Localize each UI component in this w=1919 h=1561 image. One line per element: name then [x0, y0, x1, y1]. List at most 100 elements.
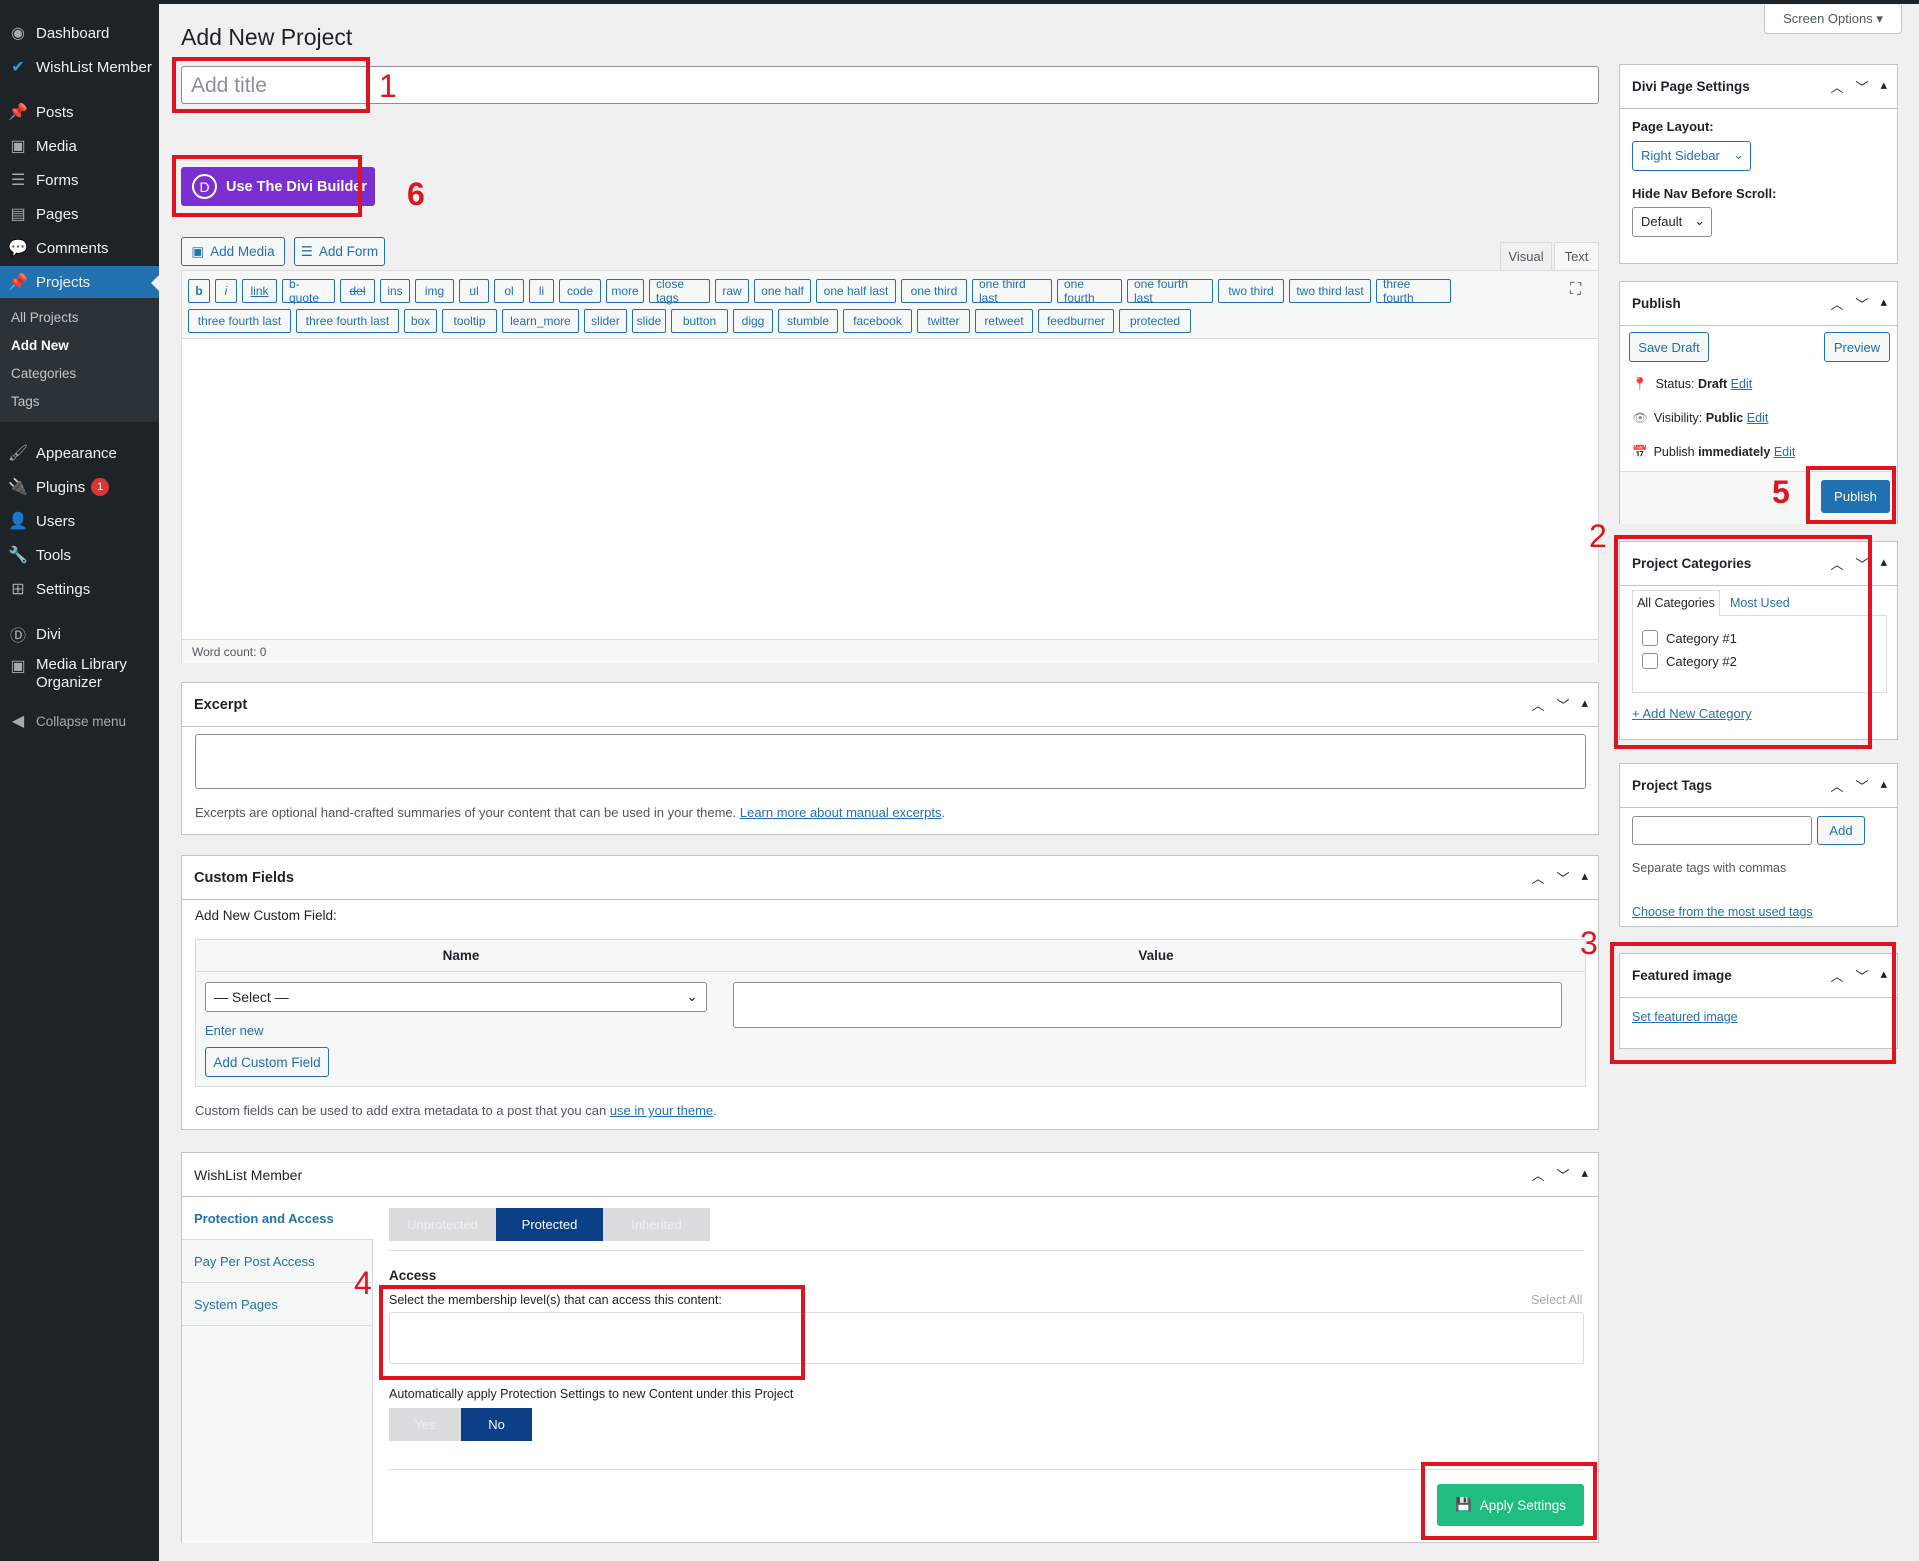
quicktag-button[interactable]: close tags	[649, 277, 710, 305]
menu-comments[interactable]: 💬 Comments	[0, 232, 159, 264]
tab-protection-access[interactable]: Protection and Access	[182, 1197, 373, 1240]
toggle-panel-icon[interactable]: ▴	[1581, 695, 1588, 714]
excerpt-learn-more-link[interactable]: Learn more about manual excerpts	[740, 805, 942, 820]
submenu-tags[interactable]: Tags	[0, 388, 159, 416]
tab-text[interactable]: Text	[1554, 242, 1599, 270]
quicktag-button[interactable]: one third	[901, 279, 967, 303]
edit-schedule-link[interactable]: Edit	[1774, 445, 1796, 459]
quicktag-button[interactable]: b	[188, 279, 210, 303]
menu-media-library-organizer[interactable]: ▣ Media Library Organizer	[0, 656, 159, 700]
quicktag-button[interactable]: three fourth	[1376, 277, 1451, 305]
quicktag-button[interactable]: more	[606, 279, 644, 303]
mode-inherited[interactable]: Inherited	[603, 1208, 710, 1241]
custom-field-value-input[interactable]	[733, 982, 1562, 1028]
menu-posts[interactable]: 📌 Posts	[0, 96, 159, 128]
quicktag-button[interactable]: three fourth last	[188, 309, 291, 333]
menu-wishlist-member[interactable]: ✔ WishList Member	[0, 51, 159, 83]
quicktag-button[interactable]: b-quote	[282, 277, 335, 305]
move-down-icon[interactable]: ﹀	[1855, 776, 1868, 795]
menu-settings[interactable]: ⊞ Settings	[0, 573, 159, 605]
tab-system-pages[interactable]: System Pages	[182, 1283, 373, 1326]
move-down-icon[interactable]: ﹀	[1556, 695, 1569, 714]
quicktag-button[interactable]: two third	[1218, 279, 1284, 303]
move-down-icon[interactable]: ﹀	[1556, 868, 1569, 887]
edit-visibility-link[interactable]: Edit	[1747, 411, 1769, 425]
toggle-panel-icon[interactable]: ▴	[1880, 77, 1887, 96]
quicktag-button[interactable]: one half	[754, 279, 811, 303]
toggle-panel-icon[interactable]: ▴	[1880, 294, 1887, 313]
quicktag-button[interactable]: li	[529, 279, 554, 303]
move-up-icon[interactable]: ︿	[1531, 695, 1544, 714]
move-up-icon[interactable]: ︿	[1531, 1165, 1544, 1184]
menu-media[interactable]: ▣ Media	[0, 130, 159, 162]
quicktag-button[interactable]: img	[415, 279, 454, 303]
quicktag-button[interactable]: feedburner	[1038, 309, 1114, 333]
quicktag-button[interactable]: i	[215, 279, 237, 303]
custom-field-select[interactable]: — Select — ⌄	[205, 982, 707, 1012]
add-tag-button[interactable]: Add	[1817, 816, 1865, 845]
move-up-icon[interactable]: ︿	[1830, 77, 1843, 96]
move-down-icon[interactable]: ﹀	[1855, 294, 1868, 313]
quicktag-button[interactable]: one fourth	[1057, 277, 1122, 305]
excerpt-textarea[interactable]	[195, 734, 1586, 789]
menu-tools[interactable]: 🔧 Tools	[0, 539, 159, 571]
move-down-icon[interactable]: ﹀	[1556, 1165, 1569, 1184]
add-media-button[interactable]: ▣ Add Media	[181, 237, 285, 266]
use-in-theme-link[interactable]: use in your theme	[610, 1103, 713, 1118]
menu-appearance[interactable]: 🖌 Appearance	[0, 437, 159, 469]
move-up-icon[interactable]: ︿	[1830, 294, 1843, 313]
move-up-icon[interactable]: ︿	[1830, 776, 1843, 795]
select-all-link[interactable]: Select All	[1531, 1293, 1582, 1307]
page-layout-select[interactable]: Right Sidebar ⌄	[1632, 141, 1751, 171]
quicktag-button[interactable]: slider	[584, 309, 627, 333]
toggle-panel-icon[interactable]: ▴	[1880, 554, 1887, 573]
menu-forms[interactable]: ☰ Forms	[0, 164, 159, 196]
quicktag-button[interactable]: ins	[380, 279, 410, 303]
mode-unprotected[interactable]: Unprotected	[389, 1208, 496, 1241]
quicktag-button[interactable]: facebook	[843, 309, 912, 333]
content-textarea[interactable]	[182, 339, 1598, 639]
move-down-icon[interactable]: ﹀	[1855, 77, 1868, 96]
screen-options-button[interactable]: Screen Options ▾	[1764, 5, 1902, 34]
preview-button[interactable]: Preview	[1824, 332, 1890, 362]
quicktag-button[interactable]: code	[559, 279, 601, 303]
quicktag-button[interactable]: button	[671, 309, 728, 333]
tab-pay-per-post[interactable]: Pay Per Post Access	[182, 1240, 373, 1283]
menu-users[interactable]: 👤 Users	[0, 505, 159, 537]
quicktag-button[interactable]: one fourth last	[1127, 277, 1213, 305]
quicktag-button[interactable]: ol	[494, 279, 524, 303]
menu-divi[interactable]: Ⓓ Divi	[0, 618, 159, 650]
add-form-button[interactable]: ☰ Add Form	[294, 237, 385, 266]
enter-new-link[interactable]: Enter new	[205, 1023, 264, 1038]
quicktag-button[interactable]: twitter	[917, 309, 970, 333]
mode-protected[interactable]: Protected	[496, 1208, 603, 1241]
quicktag-button[interactable]: two third last	[1289, 279, 1371, 303]
quicktag-button[interactable]: ul	[459, 279, 489, 303]
menu-plugins[interactable]: 🔌 Plugins 1	[0, 471, 159, 503]
toggle-panel-icon[interactable]: ▴	[1581, 1165, 1588, 1184]
submenu-categories[interactable]: Categories	[0, 360, 159, 388]
submenu-add-new[interactable]: Add New	[0, 332, 159, 360]
save-draft-button[interactable]: Save Draft	[1629, 332, 1709, 362]
quicktag-button[interactable]: box	[404, 309, 437, 333]
auto-apply-no[interactable]: No	[461, 1408, 532, 1441]
menu-pages[interactable]: ▤ Pages	[0, 198, 159, 230]
tab-all-categories[interactable]: All Categories	[1632, 590, 1720, 616]
tab-visual[interactable]: Visual	[1500, 242, 1552, 270]
quicktag-button[interactable]: learn_more	[502, 309, 579, 333]
submenu-all-projects[interactable]: All Projects	[0, 304, 159, 332]
fullscreen-icon[interactable]: ⛶	[1570, 281, 1581, 299]
quicktag-button[interactable]: slide	[632, 309, 666, 333]
add-custom-field-button[interactable]: Add Custom Field	[205, 1047, 329, 1077]
quicktag-button[interactable]: raw	[715, 279, 749, 303]
toggle-panel-icon[interactable]: ▴	[1880, 776, 1887, 795]
quicktag-button[interactable]: digg	[733, 309, 773, 333]
move-up-icon[interactable]: ︿	[1531, 868, 1544, 887]
quicktag-button[interactable]: three fourth last	[296, 309, 399, 333]
menu-dashboard[interactable]: ◉ Dashboard	[0, 17, 159, 49]
quicktag-button[interactable]: tooltip	[442, 309, 497, 333]
quicktag-button[interactable]: stumble	[778, 309, 838, 333]
quicktag-button[interactable]: retweet	[975, 309, 1033, 333]
quicktag-button[interactable]: protected	[1119, 309, 1191, 333]
auto-apply-yes[interactable]: Yes	[389, 1408, 461, 1441]
